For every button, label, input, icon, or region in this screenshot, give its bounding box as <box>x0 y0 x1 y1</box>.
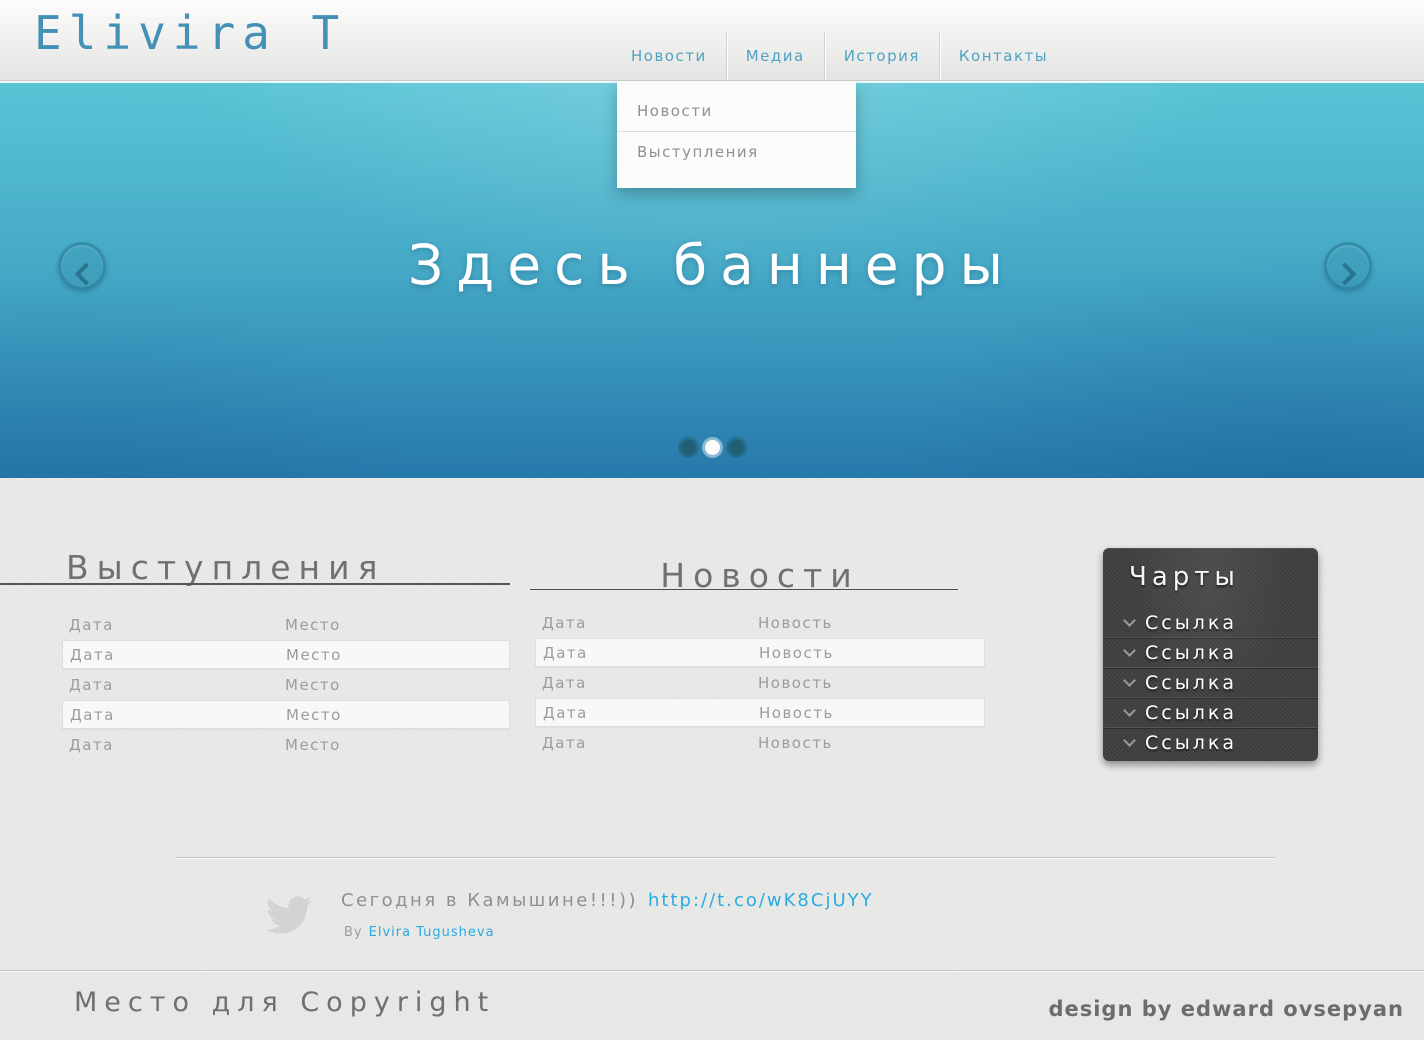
table-row: Дата Новость <box>535 638 985 667</box>
main-content: Выступления Дата Место Дата Место Дата М… <box>0 478 1424 970</box>
tweet-by-label: By <box>344 925 363 940</box>
performances-underline <box>0 583 510 585</box>
cell-place: Место <box>285 675 341 694</box>
cell-place: Место <box>285 615 341 634</box>
cell-news: Новость <box>759 643 834 662</box>
cell-place: Место <box>286 645 342 664</box>
chevron-down-icon <box>1123 704 1136 717</box>
tweet-body: Сегодня в Камышине!!!)) http://t.co/wK8Cj… <box>341 886 874 942</box>
chart-link-label: Ссылка <box>1145 731 1237 754</box>
dropdown-item[interactable]: Выступления <box>617 131 856 172</box>
twitter-widget: Сегодня в Камышине!!!)) http://t.co/wK8Cj… <box>263 886 874 942</box>
banner-title: Здесь баннеры <box>408 233 1016 297</box>
main-nav: Новости Медиа История Контакты <box>612 32 1067 80</box>
chevron-right-icon <box>1333 262 1357 285</box>
nav-item[interactable]: История <box>823 32 939 80</box>
cell-date: Дата <box>70 705 115 724</box>
cell-place: Место <box>286 705 342 724</box>
chart-link-label: Ссылка <box>1145 671 1237 694</box>
chevron-down-icon <box>1123 614 1136 627</box>
nav-item[interactable]: Новости <box>612 32 726 80</box>
chevron-down-icon <box>1123 644 1136 657</box>
header: Elivira T Новости Медиа История Контакты <box>0 0 1424 81</box>
table-row: Дата Новость <box>535 608 985 637</box>
table-row: Дата Новость <box>535 728 985 757</box>
chart-link[interactable]: Ссылка <box>1103 608 1318 638</box>
tweet-text: Сегодня в Камышине!!!)) <box>341 890 639 911</box>
chart-link[interactable]: Ссылка <box>1103 728 1318 757</box>
news-table: Дата Новость Дата Новость Дата Новость Д… <box>535 608 985 758</box>
charts-title: Чарты <box>1129 562 1240 592</box>
cell-date: Дата <box>69 615 114 634</box>
carousel-dot[interactable] <box>704 440 720 455</box>
carousel-next-button[interactable] <box>1324 242 1372 290</box>
carousel-dots <box>0 440 1424 455</box>
charts-links: Ссылка Ссылка Ссылка Ссылка Ссылка <box>1103 608 1318 757</box>
section-divider <box>177 857 1275 858</box>
table-row: Дата Место <box>62 670 510 699</box>
cell-date: Дата <box>542 613 587 632</box>
cell-date: Дата <box>69 735 114 754</box>
chart-link-label: Ссылка <box>1145 611 1237 634</box>
twitter-icon[interactable] <box>263 892 315 942</box>
carousel-prev-button[interactable] <box>58 242 106 290</box>
cell-date: Дата <box>542 673 587 692</box>
chart-link[interactable]: Ссылка <box>1103 638 1318 668</box>
chart-link-label: Ссылка <box>1145 641 1237 664</box>
cell-date: Дата <box>542 733 587 752</box>
chart-link[interactable]: Ссылка <box>1103 698 1318 728</box>
performances-table: Дата Место Дата Место Дата Место Дата Ме… <box>62 610 510 760</box>
charts-widget: Чарты Ссылка Ссылка Ссылка Ссылка Ссылка <box>1103 548 1318 761</box>
chevron-down-icon <box>1123 674 1136 687</box>
cell-date: Дата <box>543 643 588 662</box>
table-row: Дата Новость <box>535 698 985 727</box>
performances-title: Выступления <box>66 548 386 587</box>
dropdown-items: Новости Выступления <box>617 91 856 172</box>
table-row: Дата Новость <box>535 668 985 697</box>
dropdown-item[interactable]: Новости <box>617 91 856 131</box>
nav-item[interactable]: Медиа <box>725 32 824 80</box>
cell-news: Новость <box>759 703 834 722</box>
table-row: Дата Место <box>62 610 510 639</box>
table-row: Дата Место <box>62 730 510 759</box>
cell-news: Новость <box>758 613 833 632</box>
chevron-left-icon <box>74 262 98 285</box>
news-underline <box>530 589 958 590</box>
cell-news: Новость <box>758 733 833 752</box>
chevron-down-icon <box>1123 734 1136 747</box>
cell-news: Новость <box>758 673 833 692</box>
chart-link[interactable]: Ссылка <box>1103 668 1318 698</box>
page: Elivira T Новости Медиа История Контакты… <box>0 0 1424 1040</box>
table-row: Дата Место <box>62 640 510 669</box>
carousel-dot[interactable] <box>680 440 696 455</box>
cell-place: Место <box>285 735 341 754</box>
nav-item[interactable]: Контакты <box>938 32 1067 80</box>
site-logo[interactable]: Elivira T <box>34 6 346 60</box>
designer-credit: design by edward ovsepyan <box>1048 997 1404 1021</box>
footer: Место для Copyright design by edward ovs… <box>0 970 1424 1040</box>
chart-link-label: Ссылка <box>1145 701 1237 724</box>
cell-date: Дата <box>70 645 115 664</box>
tweet-author-link[interactable]: Elvira Tugusheva <box>369 925 495 940</box>
cell-date: Дата <box>543 703 588 722</box>
carousel-dot[interactable] <box>728 440 744 455</box>
copyright-text: Место для Copyright <box>74 987 496 1018</box>
nav-dropdown-menu: Новости Выступления <box>617 71 856 188</box>
cell-date: Дата <box>69 675 114 694</box>
table-row: Дата Место <box>62 700 510 729</box>
tweet-link[interactable]: http://t.co/wK8CjUYY <box>648 890 874 911</box>
